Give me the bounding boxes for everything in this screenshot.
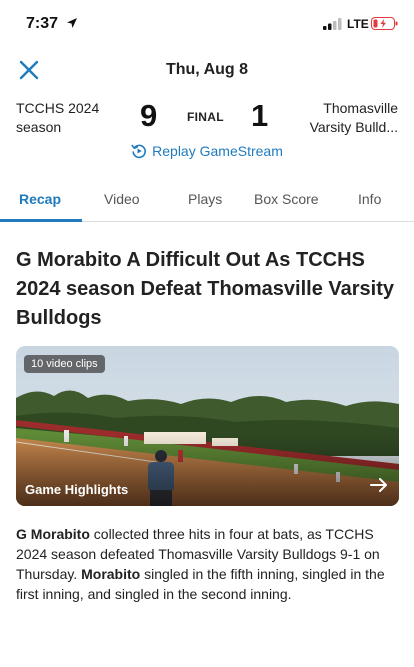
tab-bar: Recap Video Plays Box Score Info bbox=[0, 180, 414, 222]
replay-icon bbox=[131, 144, 147, 159]
recap-body: G Morabito collected three hits in four … bbox=[16, 524, 400, 604]
player-name[interactable]: G Morabito bbox=[16, 526, 90, 542]
away-team-name[interactable]: Thomasville Varsity Bulld... bbox=[278, 99, 398, 137]
tab-plays[interactable]: Plays bbox=[188, 191, 222, 207]
away-score: 1 bbox=[251, 98, 269, 133]
active-tab-indicator bbox=[0, 219, 82, 222]
carrier-label: LTE bbox=[347, 17, 369, 31]
player-name[interactable]: Morabito bbox=[81, 566, 140, 582]
tab-video[interactable]: Video bbox=[104, 191, 140, 207]
video-clips-badge: 10 video clips bbox=[24, 355, 105, 373]
location-arrow-icon bbox=[67, 18, 77, 28]
home-team-name[interactable]: TCCHS 2024 season bbox=[16, 99, 136, 137]
status-time: 7:37 bbox=[26, 15, 59, 32]
tab-info[interactable]: Info bbox=[358, 191, 381, 207]
replay-label: Replay GameStream bbox=[152, 143, 283, 159]
replay-gamestream-link[interactable]: Replay GameStream bbox=[0, 143, 414, 159]
video-title: Game Highlights bbox=[25, 482, 129, 497]
signal-bars-icon bbox=[323, 18, 342, 30]
status-bar: 7:37 LTE bbox=[0, 0, 414, 44]
tab-recap[interactable]: Recap bbox=[19, 191, 61, 207]
game-highlights-video-card[interactable]: 10 video clips Game Highlights bbox=[16, 346, 399, 506]
arrow-right-icon[interactable] bbox=[369, 475, 389, 495]
home-score: 9 bbox=[140, 98, 158, 133]
game-date-title: Thu, Aug 8 bbox=[165, 61, 249, 78]
tab-box-score[interactable]: Box Score bbox=[254, 191, 319, 207]
battery-low-icon bbox=[371, 17, 398, 30]
game-status: FINAL bbox=[187, 110, 224, 124]
recap-headline: G Morabito A Difficult Out As TCCHS 2024… bbox=[16, 249, 394, 329]
